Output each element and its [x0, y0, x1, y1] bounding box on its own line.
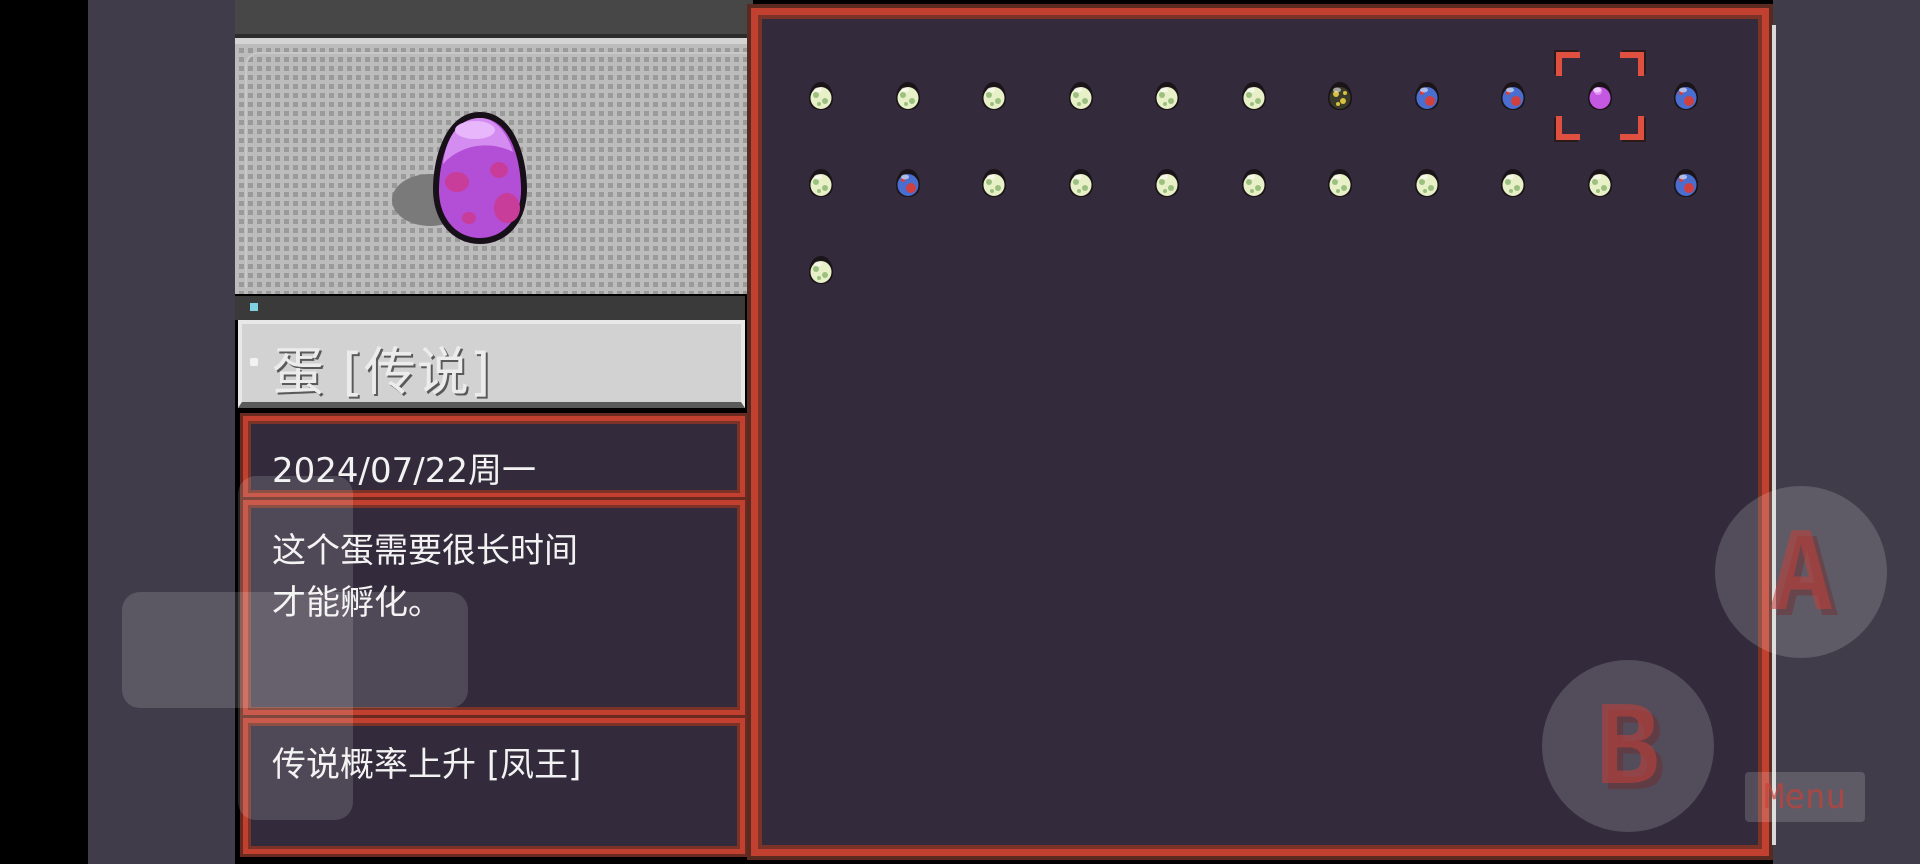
egg-slot-common[interactable]: [1153, 168, 1181, 198]
dpad-horizontal[interactable]: [122, 592, 468, 708]
egg-slot-common[interactable]: [980, 168, 1008, 198]
egg-slot-epic[interactable]: [894, 168, 922, 198]
egg-slot-common[interactable]: [807, 81, 835, 111]
legendary-egg-sprite: [385, 104, 545, 254]
egg-slot-common[interactable]: [1240, 81, 1268, 111]
indicator-dot: [250, 303, 258, 311]
menu-button-label: Menu: [1764, 777, 1846, 817]
egg-slot-common[interactable]: [980, 81, 1008, 111]
egg-slot-epic[interactable]: [1499, 81, 1527, 111]
b-button[interactable]: B: [1542, 660, 1714, 832]
name-bar-header: [235, 296, 745, 320]
egg-slot-common[interactable]: [1499, 168, 1527, 198]
egg-slot-rare[interactable]: [1326, 81, 1354, 111]
a-button[interactable]: A: [1715, 486, 1887, 658]
egg-slot-common[interactable]: [807, 168, 835, 198]
egg-slot-common[interactable]: [1326, 168, 1354, 198]
egg-slot-common[interactable]: [1240, 168, 1268, 198]
egg-slot-common[interactable]: [1067, 168, 1095, 198]
egg-slot-common[interactable]: [1153, 81, 1181, 111]
egg-slot-common[interactable]: [1586, 168, 1614, 198]
top-strip: [235, 0, 753, 38]
egg-slot-epic[interactable]: [1413, 81, 1441, 111]
egg-name-bar: 蛋 [传说]: [238, 320, 745, 408]
egg-icon: [392, 112, 527, 244]
egg-slot-epic[interactable]: [1672, 168, 1700, 198]
menu-button[interactable]: Menu: [1745, 772, 1865, 822]
egg-slot-common[interactable]: [1067, 81, 1095, 111]
egg-slot-common[interactable]: [894, 81, 922, 111]
bullet-icon: [250, 358, 258, 366]
egg-name: 蛋 [传说]: [272, 343, 492, 403]
egg-slot-common[interactable]: [807, 255, 835, 285]
a-button-label: A: [1768, 509, 1834, 635]
egg-slot-epic[interactable]: [1672, 81, 1700, 111]
selection-cursor: [1555, 52, 1644, 140]
egg-slot-common[interactable]: [1413, 168, 1441, 198]
right-letterbox: [1773, 0, 1920, 864]
egg-preview-panel: [235, 38, 749, 294]
left-letterbox: [88, 0, 235, 864]
b-button-label: B: [1595, 683, 1661, 809]
